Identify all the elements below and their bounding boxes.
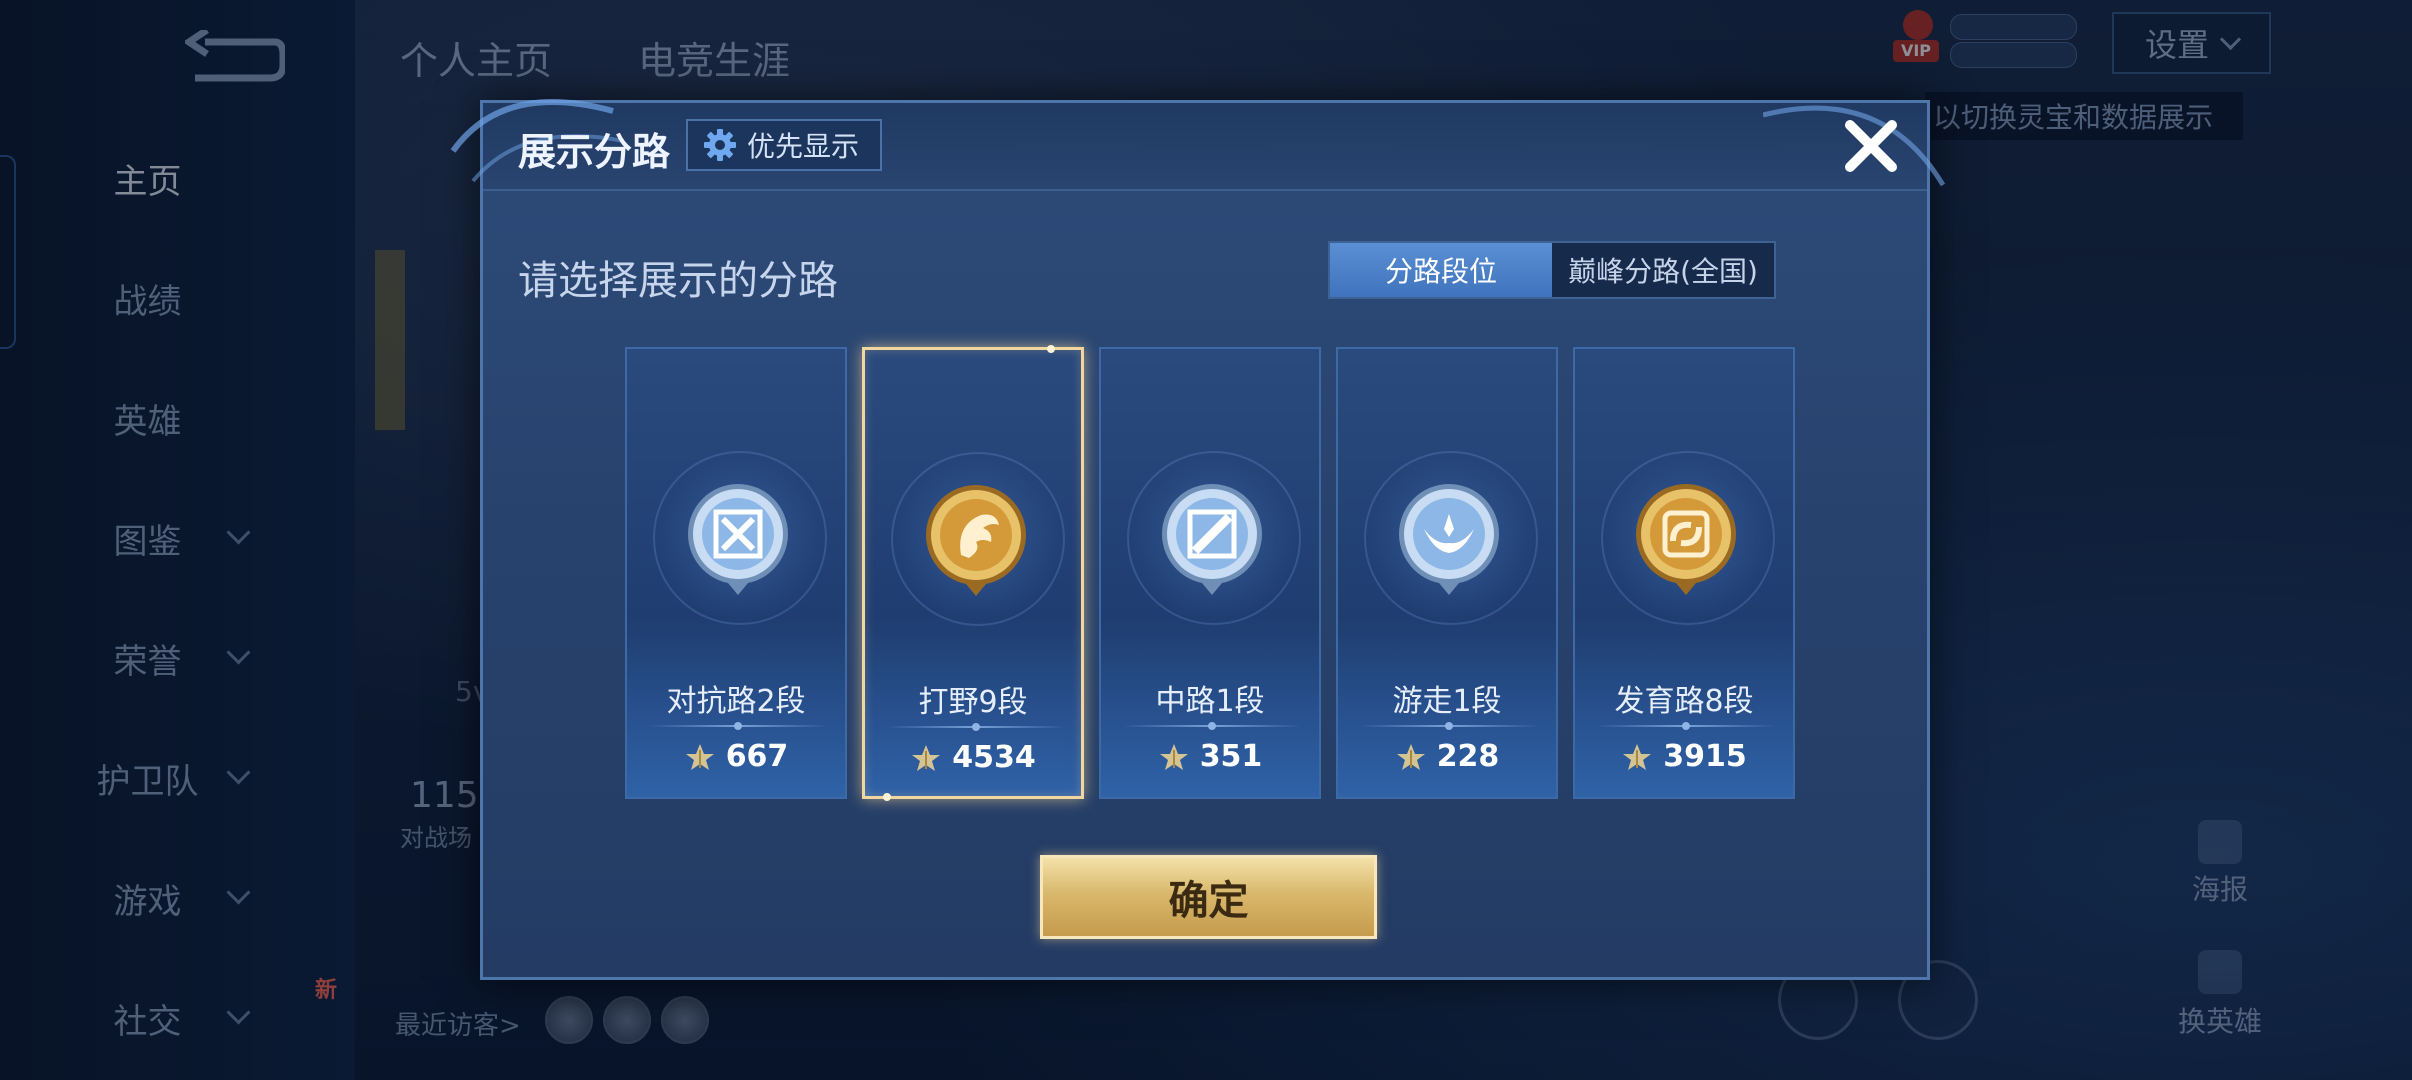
- lane-points: 667: [725, 739, 789, 774]
- lane-card[interactable]: 发育路8段 3915: [1573, 347, 1795, 799]
- lane-points: 4534: [952, 740, 1036, 775]
- segment-lane-rank[interactable]: 分路段位: [1330, 243, 1552, 297]
- close-icon[interactable]: [1838, 113, 1904, 179]
- farm-lane-emblem-icon: [1631, 479, 1741, 599]
- lane-score: 228: [1338, 739, 1556, 774]
- clash-lane-emblem-icon: [683, 479, 793, 599]
- selection-corner-dot: [883, 793, 891, 801]
- jungle-emblem-icon: [921, 480, 1031, 600]
- modal-subtitle: 请选择展示的分路: [518, 258, 838, 304]
- points-icon: [1158, 742, 1190, 772]
- mid-lane-emblem-icon: [1157, 479, 1267, 599]
- lane-score: 3915: [1575, 739, 1793, 774]
- lane-rank-label: 中路1段: [1155, 684, 1265, 719]
- divider: [1123, 722, 1301, 730]
- lane-card[interactable]: 对抗路2段 667: [625, 347, 847, 799]
- lane-rank-label: 对抗路2段: [666, 684, 806, 719]
- gear-icon: [704, 129, 736, 161]
- points-icon: [1621, 742, 1653, 772]
- divider: [887, 723, 1065, 731]
- lane-card[interactable]: 中路1段 351: [1099, 347, 1321, 799]
- lane-points: 351: [1199, 739, 1263, 774]
- lane-rank-label: 发育路8段: [1614, 684, 1754, 719]
- lane-score: 351: [1101, 739, 1319, 774]
- priority-display-label: 优先显示: [747, 130, 860, 163]
- confirm-button[interactable]: 确定: [1040, 855, 1377, 939]
- lane-rank-label: 游走1段: [1392, 684, 1502, 719]
- lane-score: 667: [627, 739, 845, 774]
- lane-view-segmented-control: 分路段位 巅峰分路(全国): [1328, 241, 1776, 299]
- points-icon: [1395, 742, 1427, 772]
- divider: [1597, 722, 1775, 730]
- lane-score: 4534: [865, 740, 1081, 775]
- lane-points: 228: [1436, 739, 1500, 774]
- lane-rank-label: 打野9段: [918, 685, 1028, 720]
- points-icon: [910, 743, 942, 773]
- points-icon: [684, 742, 716, 772]
- lane-display-modal: 展示分路 优先显示 请选择展示的分路 分路段位 巅峰分路(全国) 对抗路2段 66…: [450, 99, 1946, 980]
- lane-card[interactable]: 游走1段 228: [1336, 347, 1558, 799]
- divider: [649, 722, 827, 730]
- segment-peak-lane-national[interactable]: 巅峰分路(全国): [1552, 243, 1774, 297]
- lane-points: 3915: [1663, 739, 1747, 774]
- divider: [1360, 722, 1538, 730]
- priority-display-button[interactable]: 优先显示: [686, 119, 882, 171]
- roam-emblem-icon: [1394, 479, 1504, 599]
- modal-title: 展示分路: [518, 130, 671, 174]
- lane-card[interactable]: 打野9段 4534: [862, 345, 1084, 801]
- selection-corner-dot: [1047, 345, 1055, 353]
